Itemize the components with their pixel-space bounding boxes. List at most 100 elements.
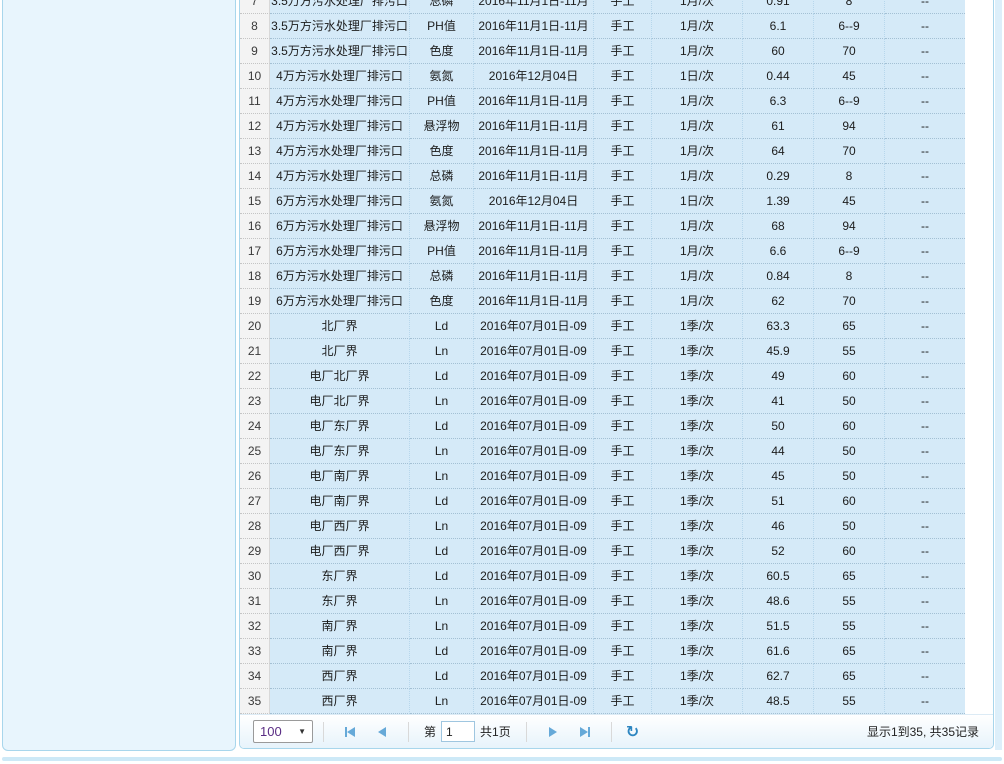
refresh-icon[interactable]: ↻ — [626, 722, 639, 742]
cell-method: 手工 — [594, 439, 652, 464]
cell-name: 6万方污水处理厂排污口 — [270, 214, 410, 239]
cell-name: 4万方污水处理厂排污口 — [270, 139, 410, 164]
cell-num: 13 — [240, 139, 270, 164]
table-row[interactable]: 22电厂北厂界Ld2016年07月01日-09手工1季/次4960-- — [240, 364, 966, 389]
cell-date: 2016年07月01日-09 — [474, 389, 594, 414]
table-row[interactable]: 20北厂界Ld2016年07月01日-09手工1季/次63.365-- — [240, 314, 966, 339]
table-row[interactable]: 35西厂界Ln2016年07月01日-09手工1季/次48.555-- — [240, 689, 966, 714]
table-row[interactable]: 34西厂界Ld2016年07月01日-09手工1季/次62.765-- — [240, 664, 966, 689]
cell-date: 2016年07月01日-09 — [474, 539, 594, 564]
last-page-icon[interactable] — [573, 721, 597, 743]
prev-page-icon[interactable] — [370, 721, 394, 743]
table-row[interactable]: 27电厂南厂界Ld2016年07月01日-09手工1季/次5160-- — [240, 489, 966, 514]
table-row[interactable]: 28电厂西厂界Ln2016年07月01日-09手工1季/次4650-- — [240, 514, 966, 539]
cell-num: 20 — [240, 314, 270, 339]
table-row[interactable]: 21北厂界Ln2016年07月01日-09手工1季/次45.955-- — [240, 339, 966, 364]
cell-num: 27 — [240, 489, 270, 514]
table-row[interactable]: 73.5万方污水处理厂排污口总磷2016年11月1日-11月手工1月/次0.91… — [240, 0, 966, 14]
cell-num: 29 — [240, 539, 270, 564]
next-page-icon[interactable] — [541, 721, 565, 743]
table-row[interactable]: 196万方污水处理厂排污口色度2016年11月1日-11月手工1月/次6270-… — [240, 289, 966, 314]
cell-method: 手工 — [594, 539, 652, 564]
first-page-icon[interactable] — [338, 721, 362, 743]
cell-method: 手工 — [594, 0, 652, 14]
cell-freq: 1季/次 — [652, 564, 743, 589]
cell-freq: 1季/次 — [652, 389, 743, 414]
last-page-bar — [588, 727, 590, 737]
table-row[interactable]: 186万方污水处理厂排污口总磷2016年11月1日-11月手工1月/次0.848… — [240, 264, 966, 289]
cell-extra: -- — [885, 64, 965, 89]
cell-freq: 1季/次 — [652, 439, 743, 464]
cell-num: 10 — [240, 64, 270, 89]
table-row[interactable]: 124万方污水处理厂排污口悬浮物2016年11月1日-11月手工1月/次6194… — [240, 114, 966, 139]
table-row[interactable]: 176万方污水处理厂排污口PH值2016年11月1日-11月手工1月/次6.66… — [240, 239, 966, 264]
cell-limit: 60 — [814, 489, 885, 514]
table-row[interactable]: 29电厂西厂界Ld2016年07月01日-09手工1季/次5260-- — [240, 539, 966, 564]
pager-status-text: 显示1到35, 共35记录 — [867, 715, 979, 749]
cell-param: Ln — [410, 339, 474, 364]
cell-param: Ld — [410, 539, 474, 564]
table-row[interactable]: 32南厂界Ln2016年07月01日-09手工1季/次51.555-- — [240, 614, 966, 639]
pager-separator — [611, 722, 612, 742]
cell-extra: -- — [885, 389, 965, 414]
cell-date: 2016年07月01日-09 — [474, 564, 594, 589]
cell-name: 6万方污水处理厂排污口 — [270, 264, 410, 289]
cell-num: 33 — [240, 639, 270, 664]
table-row[interactable]: 156万方污水处理厂排污口氨氮2016年12月04日手工1日/次1.3945-- — [240, 189, 966, 214]
cell-method: 手工 — [594, 289, 652, 314]
cell-param: Ln — [410, 439, 474, 464]
cell-extra: -- — [885, 464, 965, 489]
page-size-select[interactable]: 100 ▼ — [253, 720, 313, 743]
table-row[interactable]: 166万方污水处理厂排污口悬浮物2016年11月1日-11月手工1月/次6894… — [240, 214, 966, 239]
last-page-triangle — [580, 727, 588, 737]
table-row[interactable]: 25电厂东厂界Ln2016年07月01日-09手工1季/次4450-- — [240, 439, 966, 464]
cell-freq: 1月/次 — [652, 14, 743, 39]
cell-limit: 94 — [814, 214, 885, 239]
table-row[interactable]: 31东厂界Ln2016年07月01日-09手工1季/次48.655-- — [240, 589, 966, 614]
cell-param: Ld — [410, 664, 474, 689]
cell-name: 电厂南厂界 — [270, 489, 410, 514]
cell-num: 19 — [240, 289, 270, 314]
table-row[interactable]: 33南厂界Ld2016年07月01日-09手工1季/次61.665-- — [240, 639, 966, 664]
cell-method: 手工 — [594, 14, 652, 39]
cell-method: 手工 — [594, 64, 652, 89]
table-row[interactable]: 83.5万方污水处理厂排污口PH值2016年11月1日-11月手工1月/次6.1… — [240, 14, 966, 39]
table-row[interactable]: 93.5万方污水处理厂排污口色度2016年11月1日-11月手工1月/次6070… — [240, 39, 966, 64]
cell-limit: 70 — [814, 139, 885, 164]
cell-num: 16 — [240, 214, 270, 239]
cell-limit: 6--9 — [814, 89, 885, 114]
cell-value: 48.6 — [743, 589, 814, 614]
cell-num: 11 — [240, 89, 270, 114]
page-number-input[interactable] — [441, 721, 475, 742]
cell-date: 2016年11月1日-11月 — [474, 0, 594, 14]
table-row[interactable]: 104万方污水处理厂排污口氨氮2016年12月04日手工1日/次0.4445-- — [240, 64, 966, 89]
table-row[interactable]: 144万方污水处理厂排污口总磷2016年11月1日-11月手工1月/次0.298… — [240, 164, 966, 189]
table-row[interactable]: 30东厂界Ld2016年07月01日-09手工1季/次60.565-- — [240, 564, 966, 589]
table-row[interactable]: 23电厂北厂界Ln2016年07月01日-09手工1季/次4150-- — [240, 389, 966, 414]
cell-limit: 94 — [814, 114, 885, 139]
table-row[interactable]: 134万方污水处理厂排污口色度2016年11月1日-11月手工1月/次6470-… — [240, 139, 966, 164]
table-row[interactable]: 26电厂南厂界Ln2016年07月01日-09手工1季/次4550-- — [240, 464, 966, 489]
table-row[interactable]: 24电厂东厂界Ld2016年07月01日-09手工1季/次5060-- — [240, 414, 966, 439]
page-size-value: 100 — [260, 724, 282, 739]
cell-param: 总磷 — [410, 264, 474, 289]
cell-num: 15 — [240, 189, 270, 214]
cell-limit: 50 — [814, 514, 885, 539]
cell-extra: -- — [885, 614, 965, 639]
table-row[interactable]: 114万方污水处理厂排污口PH值2016年11月1日-11月手工1月/次6.36… — [240, 89, 966, 114]
cell-param: Ld — [410, 489, 474, 514]
cell-name: 3.5万方污水处理厂排污口 — [270, 0, 410, 14]
cell-limit: 60 — [814, 539, 885, 564]
cell-name: 东厂界 — [270, 589, 410, 614]
next-page-triangle — [549, 727, 557, 737]
cell-value: 60.5 — [743, 564, 814, 589]
right-strip — [995, 0, 1002, 750]
grid-rows: 73.5万方污水处理厂排污口总磷2016年11月1日-11月手工1月/次0.91… — [240, 0, 966, 714]
cell-param: 总磷 — [410, 0, 474, 14]
cell-name: 电厂西厂界 — [270, 539, 410, 564]
cell-extra: -- — [885, 39, 965, 64]
cell-name: 南厂界 — [270, 639, 410, 664]
cell-value: 45 — [743, 464, 814, 489]
cell-num: 14 — [240, 164, 270, 189]
cell-num: 17 — [240, 239, 270, 264]
